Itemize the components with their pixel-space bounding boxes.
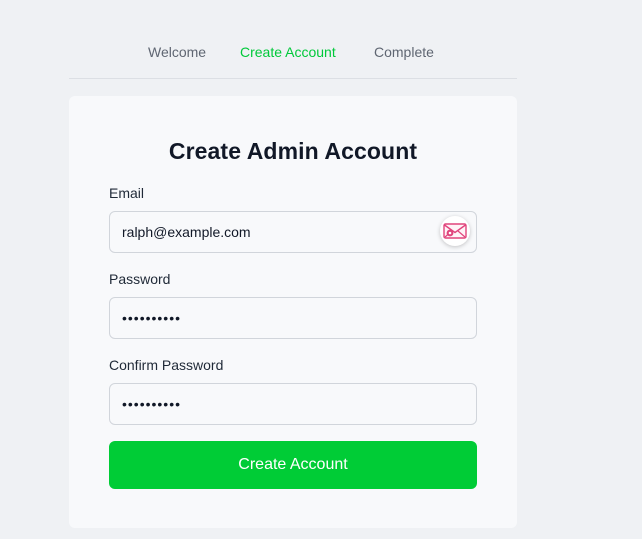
- page: Welcome Create Account Complete Create A…: [0, 0, 642, 539]
- email-autofill-icon[interactable]: [440, 216, 470, 246]
- create-account-button[interactable]: Create Account: [109, 441, 477, 489]
- create-account-card: Create Admin Account Email Password Conf…: [69, 96, 517, 528]
- password-label: Password: [109, 271, 171, 287]
- step-indicator: Welcome Create Account Complete: [69, 34, 517, 79]
- password-field[interactable]: [109, 297, 477, 339]
- envelope-icon: [443, 223, 467, 239]
- step-complete[interactable]: Complete: [374, 44, 434, 60]
- form-title: Create Admin Account: [168, 138, 418, 164]
- step-welcome[interactable]: Welcome: [148, 44, 206, 60]
- step-create-account[interactable]: Create Account: [240, 44, 336, 60]
- confirm-password-label: Confirm Password: [109, 357, 224, 373]
- email-label: Email: [109, 185, 145, 201]
- confirm-password-field[interactable]: [109, 383, 477, 425]
- email-field[interactable]: [109, 211, 477, 253]
